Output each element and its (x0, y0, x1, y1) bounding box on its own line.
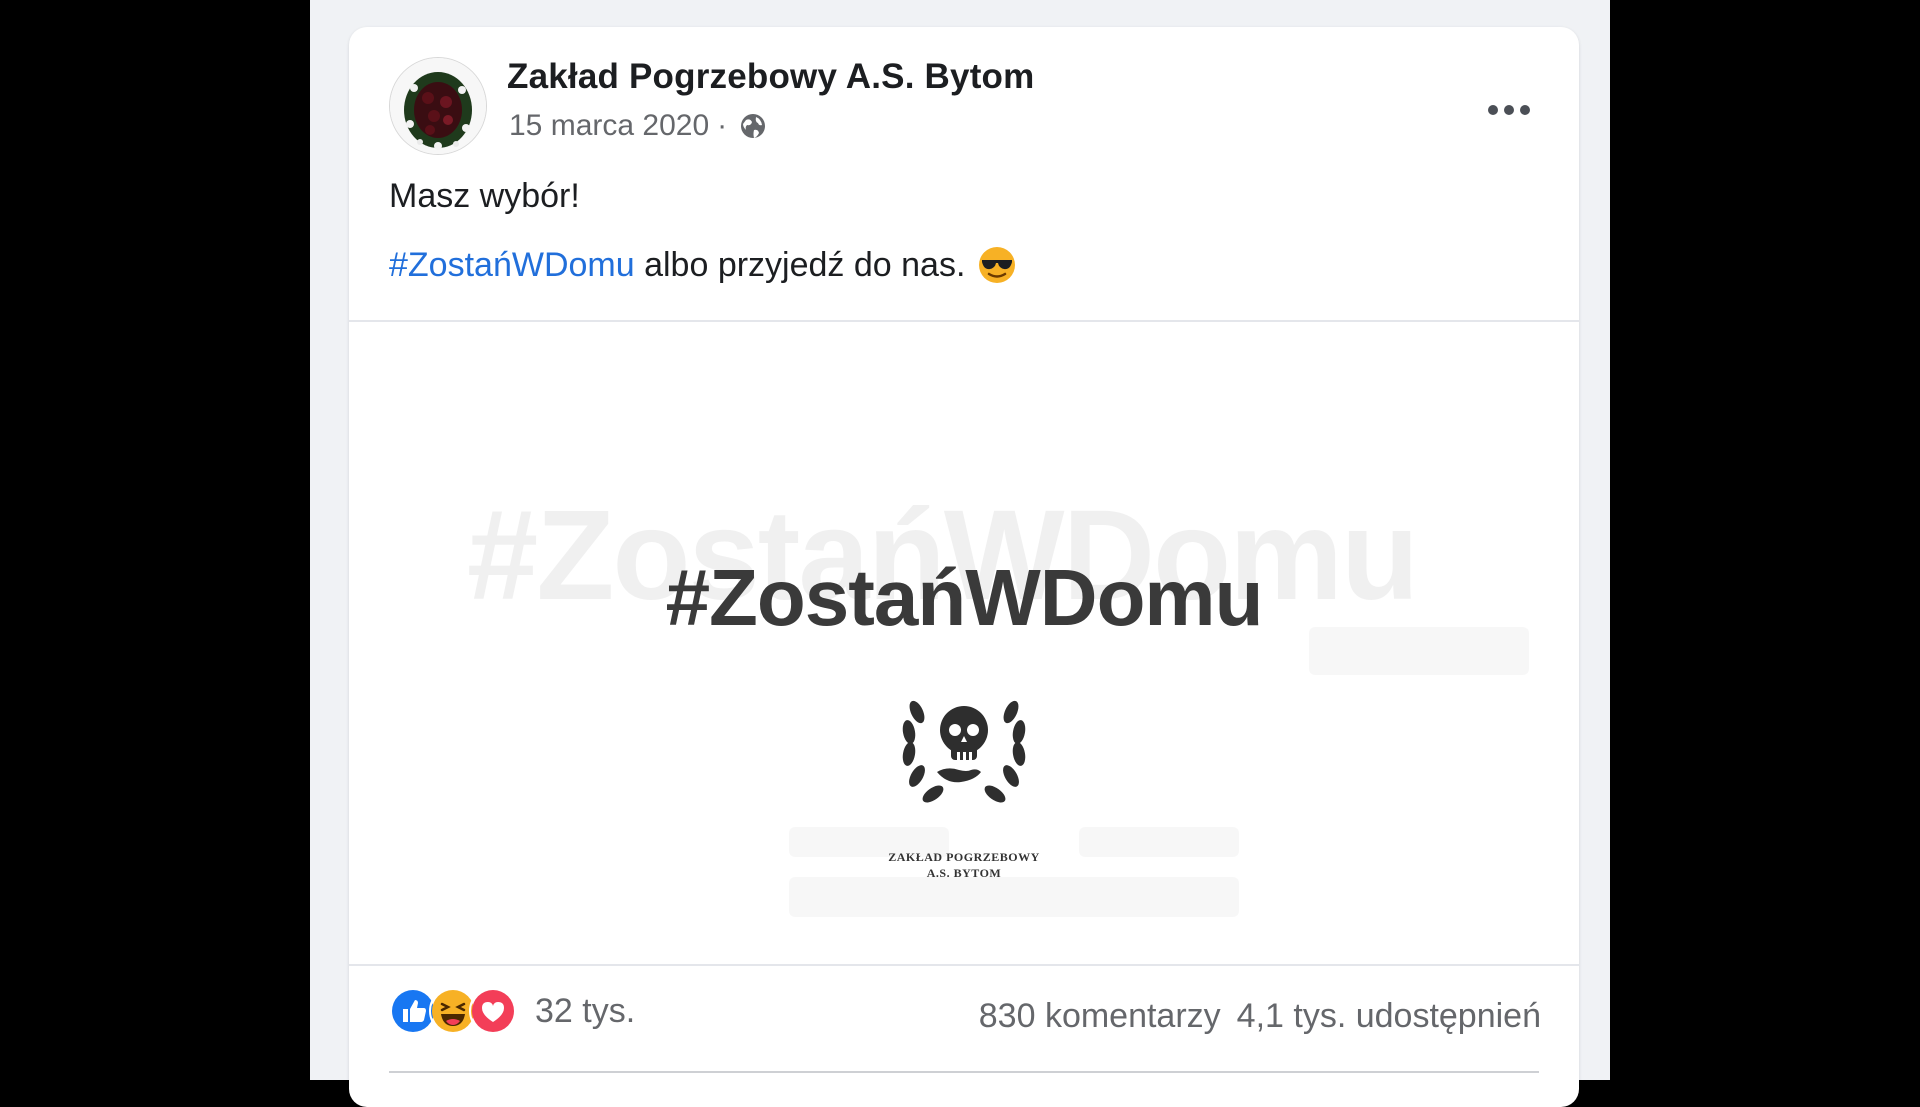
shares-count-link[interactable]: 4,1 tys. udostępnień (1237, 997, 1541, 1036)
comments-count-link[interactable]: 830 komentarzy (979, 997, 1221, 1036)
love-icon (469, 987, 517, 1035)
logo-text-line2: A.S. BYTOM (926, 866, 1002, 880)
post-text-line1: Masz wybór! (389, 177, 580, 215)
footer-divider (389, 1071, 1539, 1073)
image-ghost-bar (789, 877, 1239, 917)
post-text-line2: #ZostańWDomu albo przyjedź do nas. (389, 245, 1017, 285)
image-hashtag-title: #ZostańWDomu (665, 553, 1264, 642)
post-text-rest: albo przyjedź do nas. (634, 245, 966, 284)
reactions-summary[interactable]: 32 tys. (389, 987, 635, 1035)
feed-background: Zakład Pogrzebowy A.S. Bytom 15 marca 20… (310, 0, 1610, 1107)
wreath-avatar-image (390, 58, 486, 154)
post-image[interactable]: #ZostańWDomu #ZostańWDomu ZAKŁAD POGRZEB… (349, 320, 1579, 966)
post-date-link[interactable]: 15 marca 2020 (509, 109, 709, 143)
hashtag-link[interactable]: #ZostańWDomu (389, 246, 635, 285)
reaction-count: 32 tys. (535, 991, 636, 1030)
sunglasses-emoji-icon (979, 247, 1016, 283)
logo-text-line1: ZAKŁAD POGRZEBOWY (888, 850, 1040, 864)
post-card: Zakład Pogrzebowy A.S. Bytom 15 marca 20… (349, 27, 1579, 1107)
page-avatar[interactable] (389, 57, 487, 155)
meta-separator: · (717, 109, 728, 142)
post-stats: 830 komentarzy 4,1 tys. udostępnień (979, 997, 1541, 1036)
post-meta: 15 marca 2020 · (509, 109, 769, 143)
globe-icon[interactable] (737, 110, 769, 142)
more-options-icon[interactable] (1479, 95, 1539, 125)
funeral-home-logo-icon (902, 700, 1026, 803)
page-name-link[interactable]: Zakład Pogrzebowy A.S. Bytom (507, 57, 1034, 97)
